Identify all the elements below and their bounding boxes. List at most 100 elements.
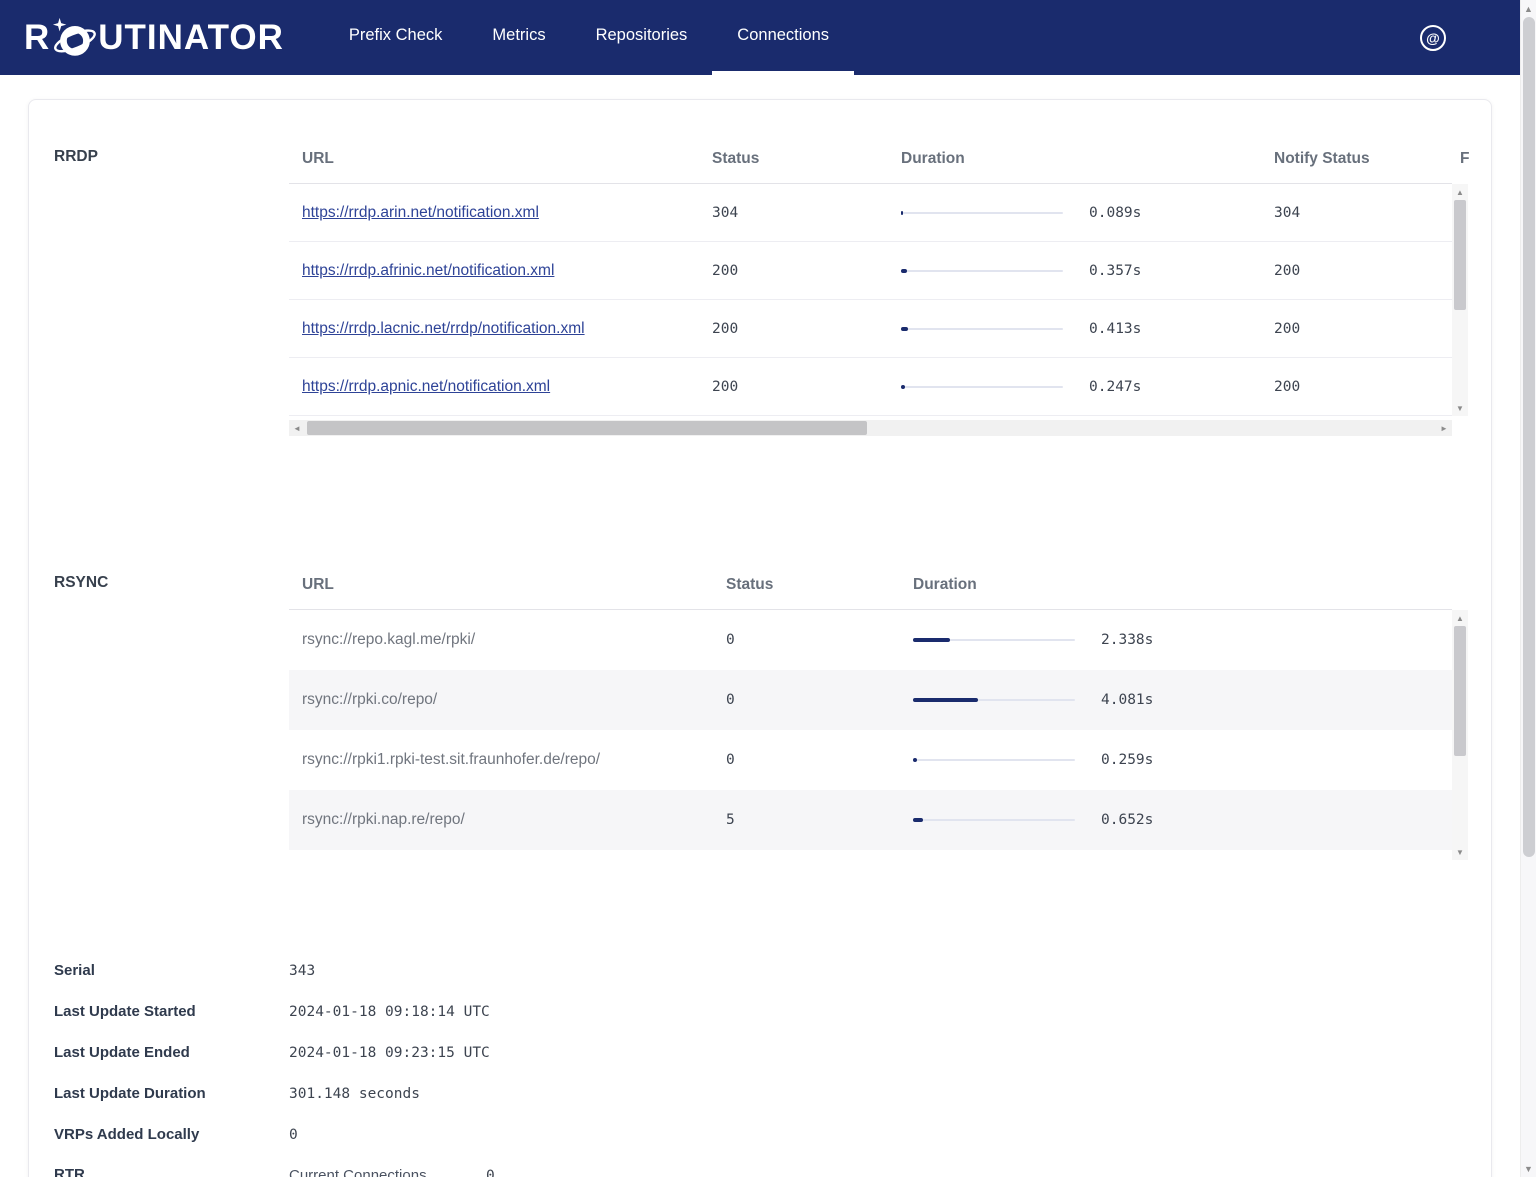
rrdp-notify-status: 200 bbox=[1274, 321, 1452, 337]
connections-card: RRDP URL Status Duration Notify Status F… bbox=[28, 99, 1492, 1177]
rsync-duration-cell: 0.652s bbox=[913, 812, 1313, 828]
rsync-url: rsync://repo.kagl.me/rpki/ bbox=[302, 631, 726, 649]
stat-value: 2024-01-18 09:23:15 UTC bbox=[289, 1045, 1491, 1061]
rrdp-section: RRDP URL Status Duration Notify Status F… bbox=[54, 100, 1491, 436]
rrdp-vertical-scrollbar[interactable]: ▲ ▼ bbox=[1452, 184, 1468, 416]
rrdp-table-header: URL Status Duration Notify Status F bbox=[289, 135, 1469, 183]
rrdp-duration-value: 0.357s bbox=[1089, 263, 1141, 279]
scroll-up-icon[interactable]: ▲ bbox=[1521, 0, 1536, 17]
duration-bar bbox=[901, 210, 1063, 215]
rrdp-duration-value: 0.247s bbox=[1089, 379, 1141, 395]
page-scrollbar-thumb[interactable] bbox=[1523, 17, 1535, 857]
page-vertical-scrollbar[interactable]: ▲ ▼ bbox=[1520, 0, 1536, 1177]
stat-label: Serial bbox=[54, 962, 289, 979]
stat-row-last-update-ended: Last Update Ended 2024-01-18 09:23:15 UT… bbox=[54, 1032, 1491, 1073]
rsync-duration-cell: 2.338s bbox=[913, 632, 1313, 648]
rsync-duration-cell: 0.259s bbox=[913, 752, 1313, 768]
scroll-right-icon[interactable]: ► bbox=[1436, 420, 1452, 436]
rrdp-url-link[interactable]: https://rrdp.lacnic.net/rrdp/notificatio… bbox=[302, 320, 585, 337]
table-row: https://rrdp.apnic.net/notification.xml … bbox=[289, 358, 1452, 416]
rsync-table: URL Status Duration rsync://repo.kagl.me… bbox=[289, 526, 1469, 860]
rrdp-notify-status: 200 bbox=[1274, 263, 1452, 279]
stat-value: 301.148 seconds bbox=[289, 1086, 1491, 1102]
stat-row-vrps-added-locally: VRPs Added Locally 0 bbox=[54, 1114, 1491, 1155]
stat-label: Last Update Duration bbox=[54, 1085, 289, 1102]
rsync-duration-value: 0.652s bbox=[1101, 812, 1153, 828]
tab-metrics[interactable]: Metrics bbox=[467, 0, 570, 75]
rrdp-vertical-scrollbar-thumb[interactable] bbox=[1454, 200, 1466, 310]
table-row: rsync://rpki.nap.re/repo/ 5 0.652s bbox=[289, 790, 1452, 850]
rsync-header-duration: Duration bbox=[913, 576, 1313, 594]
rtr-label: RTR bbox=[54, 1155, 289, 1177]
at-circle-icon[interactable]: @ bbox=[1420, 25, 1446, 51]
nav-tabs: Prefix Check Metrics Repositories Connec… bbox=[324, 0, 854, 75]
stat-label: Last Update Ended bbox=[54, 1044, 289, 1061]
rsync-status: 0 bbox=[726, 692, 913, 708]
rsync-section-label: RSYNC bbox=[54, 526, 289, 860]
rrdp-url-link[interactable]: https://rrdp.apnic.net/notification.xml bbox=[302, 378, 550, 395]
rrdp-url-link[interactable]: https://rrdp.afrinic.net/notification.xm… bbox=[302, 262, 554, 279]
scroll-down-icon[interactable]: ▼ bbox=[1452, 400, 1468, 416]
stat-row-last-update-duration: Last Update Duration 301.148 seconds bbox=[54, 1073, 1491, 1114]
rsync-status: 5 bbox=[726, 812, 913, 828]
rsync-url: rsync://rpki.co/repo/ bbox=[302, 691, 726, 709]
stat-row-last-update-started: Last Update Started 2024-01-18 09:18:14 … bbox=[54, 991, 1491, 1032]
rrdp-duration-cell: 0.413s bbox=[901, 321, 1274, 337]
rsync-duration-value: 4.081s bbox=[1101, 692, 1153, 708]
rsync-status: 0 bbox=[726, 632, 913, 648]
tab-prefix-check[interactable]: Prefix Check bbox=[324, 0, 468, 75]
logo-text: R UTINATOR bbox=[24, 15, 284, 61]
rtr-subtable: Current Connections 0 Bytes Read 3,532 bbox=[289, 1155, 1491, 1177]
page: R UTINATOR Prefix Check Metrics Reposito… bbox=[0, 0, 1520, 1177]
stat-label: VRPs Added Locally bbox=[54, 1126, 289, 1143]
rrdp-horizontal-scrollbar-thumb[interactable] bbox=[307, 421, 867, 435]
rsync-status: 0 bbox=[726, 752, 913, 768]
rtr-sub-label: Current Connections bbox=[289, 1167, 486, 1177]
rrdp-status: 200 bbox=[712, 321, 901, 337]
duration-bar bbox=[901, 384, 1063, 389]
stat-value: 2024-01-18 09:18:14 UTC bbox=[289, 1004, 1491, 1020]
rrdp-table: URL Status Duration Notify Status F http… bbox=[289, 100, 1469, 436]
rsync-header-status: Status bbox=[726, 576, 913, 594]
rrdp-header-clipped: F bbox=[1460, 150, 1492, 168]
rrdp-header-notify-status: Notify Status bbox=[1274, 150, 1460, 168]
table-row: rsync://rpki1.rpki-test.sit.fraunhofer.d… bbox=[289, 730, 1452, 790]
logo-orbit-icon bbox=[51, 16, 97, 62]
rrdp-duration-cell: 0.247s bbox=[901, 379, 1274, 395]
rrdp-status: 304 bbox=[712, 205, 901, 221]
duration-bar bbox=[913, 638, 1075, 643]
rrdp-section-label: RRDP bbox=[54, 100, 289, 436]
rrdp-duration-value: 0.089s bbox=[1089, 205, 1141, 221]
table-row: rsync://rpki.co/repo/ 0 4.081s bbox=[289, 670, 1452, 730]
rrdp-table-body: https://rrdp.arin.net/notification.xml 3… bbox=[289, 184, 1452, 416]
rrdp-duration-cell: 0.089s bbox=[901, 205, 1274, 221]
scroll-up-icon[interactable]: ▲ bbox=[1452, 184, 1468, 200]
rsync-vertical-scrollbar[interactable]: ▲ ▼ bbox=[1452, 610, 1468, 860]
rrdp-url-link[interactable]: https://rrdp.arin.net/notification.xml bbox=[302, 204, 539, 221]
rsync-url: rsync://rpki1.rpki-test.sit.fraunhofer.d… bbox=[302, 751, 726, 769]
scroll-up-icon[interactable]: ▲ bbox=[1452, 610, 1468, 626]
rsync-table-header: URL Status Duration bbox=[289, 561, 1469, 609]
rrdp-notify-status: 200 bbox=[1274, 379, 1452, 395]
scroll-down-icon[interactable]: ▼ bbox=[1452, 844, 1468, 860]
scroll-down-icon[interactable]: ▼ bbox=[1521, 1160, 1536, 1177]
logo[interactable]: R UTINATOR bbox=[0, 0, 324, 75]
duration-bar bbox=[901, 268, 1063, 273]
tab-connections[interactable]: Connections bbox=[712, 0, 854, 75]
rrdp-notify-status: 304 bbox=[1274, 205, 1452, 221]
rsync-header-url: URL bbox=[302, 576, 726, 594]
rrdp-header-status: Status bbox=[712, 150, 901, 168]
rsync-section: RSYNC URL Status Duration rsync://repo.k… bbox=[54, 526, 1491, 860]
rsync-vertical-scrollbar-thumb[interactable] bbox=[1454, 626, 1466, 756]
rtr-row-current-connections: Current Connections 0 bbox=[289, 1155, 1491, 1177]
duration-bar bbox=[913, 758, 1075, 763]
rrdp-horizontal-scrollbar[interactable]: ◄ ► bbox=[289, 420, 1452, 436]
logo-letters-rest: UTINATOR bbox=[98, 18, 284, 58]
rsync-duration-value: 2.338s bbox=[1101, 632, 1153, 648]
table-row: https://rrdp.arin.net/notification.xml 3… bbox=[289, 184, 1452, 242]
tab-repositories[interactable]: Repositories bbox=[571, 0, 713, 75]
scroll-left-icon[interactable]: ◄ bbox=[289, 420, 305, 436]
rtr-sub-value: 0 bbox=[486, 1168, 1491, 1177]
rsync-duration-cell: 4.081s bbox=[913, 692, 1313, 708]
duration-bar bbox=[913, 698, 1075, 703]
